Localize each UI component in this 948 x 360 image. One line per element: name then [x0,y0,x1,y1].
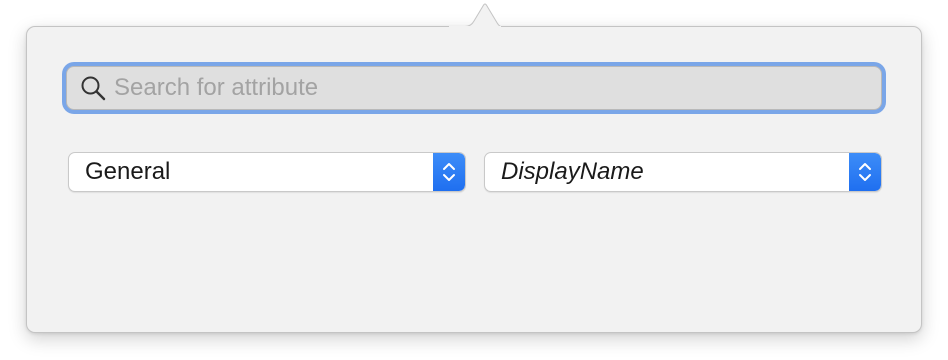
attribute-select[interactable]: DisplayName [484,152,882,192]
popover-arrow [449,3,501,27]
category-select-stepper[interactable] [433,153,465,191]
attribute-popover: General DisplayName [26,26,922,333]
popover-stage: General DisplayName [0,0,948,360]
attribute-select-stepper[interactable] [849,153,881,191]
category-select[interactable]: General [68,152,466,192]
attribute-select-value: DisplayName [501,158,644,185]
search-icon [81,76,106,101]
category-select-value: General [85,158,171,185]
search-input[interactable] [114,74,854,102]
chevron-up-down-icon [859,163,871,181]
search-field[interactable] [66,66,882,110]
chevron-up-down-icon [443,163,455,181]
